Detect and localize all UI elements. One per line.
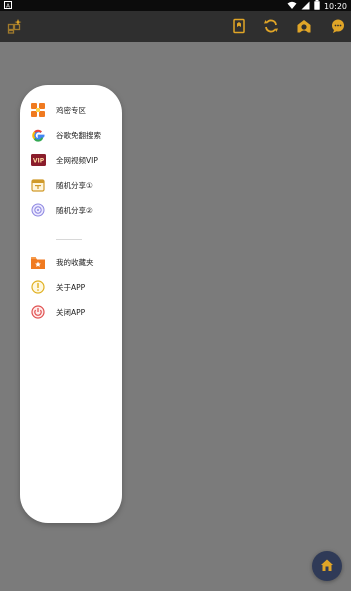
app-bar [0, 11, 351, 42]
app-screen: A 10:20 鸡密专区 谷歌免翻搜索 VIP 全网视频VIP 随机分享① 随机… [0, 0, 351, 591]
menu-item-about-app[interactable]: 关于APP [30, 278, 120, 296]
home-fab-button[interactable] [312, 551, 342, 581]
bookmark-icon[interactable] [228, 15, 250, 37]
vip-icon: VIP [30, 152, 46, 168]
wifi-icon [287, 1, 297, 12]
calendar-icon [30, 177, 46, 193]
menu-item-label: 鸡密专区 [56, 105, 86, 115]
menu-item-label: 关闭APP [56, 307, 86, 317]
menu-item-label: 我的收藏夹 [56, 257, 94, 267]
cellular-signal-icon [301, 1, 310, 12]
menu-item-label: 谷歌免翻搜索 [56, 130, 101, 140]
menu-item-label: 全网视频VIP [56, 155, 98, 165]
refresh-icon[interactable] [260, 15, 282, 37]
menu-item-secret-zone[interactable]: 鸡密专区 [30, 101, 120, 119]
layout-grid-icon[interactable] [4, 15, 26, 37]
power-icon [30, 304, 46, 320]
status-time: 10:20 [323, 1, 347, 11]
menu-item-label: 随机分享② [56, 205, 93, 215]
menu-item-label: 随机分享① [56, 180, 93, 190]
info-icon [30, 279, 46, 295]
menu-divider [56, 239, 82, 240]
status-bar: A 10:20 [0, 0, 351, 11]
home-icon [320, 557, 334, 576]
google-icon [30, 127, 46, 143]
side-drawer-menu: 鸡密专区 谷歌免翻搜索 VIP 全网视频VIP 随机分享① 随机分享② 我的收藏… [20, 85, 122, 523]
chat-icon[interactable] [327, 15, 349, 37]
android-notification-icon: A [4, 1, 12, 11]
menu-item-google-search[interactable]: 谷歌免翻搜索 [30, 126, 120, 144]
favorites-folder-icon [30, 254, 46, 270]
menu-item-favorites[interactable]: 我的收藏夹 [30, 253, 120, 271]
menu-item-random-share-2[interactable]: 随机分享② [30, 201, 120, 219]
home-profile-icon[interactable] [293, 15, 315, 37]
section-grid-icon [30, 102, 46, 118]
svg-text:A: A [6, 3, 10, 9]
svg-text:VIP: VIP [32, 158, 44, 165]
menu-item-random-share-1[interactable]: 随机分享① [30, 176, 120, 194]
share-badge-icon [30, 202, 46, 218]
menu-item-label: 关于APP [56, 282, 86, 292]
menu-item-close-app[interactable]: 关闭APP [30, 303, 120, 321]
menu-item-vip-video[interactable]: VIP 全网视频VIP [30, 151, 120, 169]
